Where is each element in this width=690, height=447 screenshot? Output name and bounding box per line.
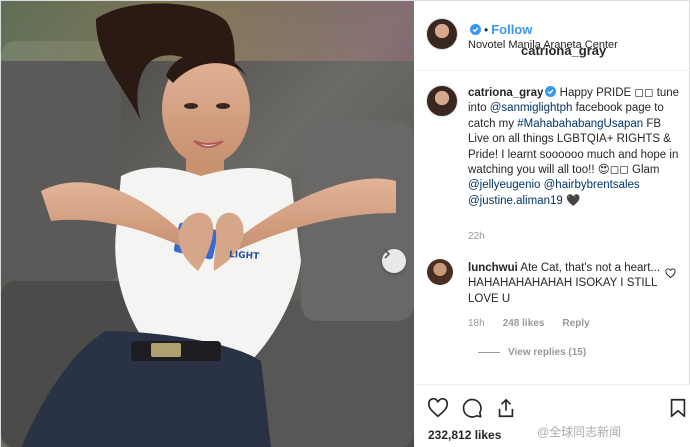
- likes-count[interactable]: 232,812 likes: [428, 428, 501, 442]
- caption-emoji: 🖤: [562, 194, 581, 207]
- chevron-right-icon: [384, 249, 391, 259]
- post-header: catriona_gray • Follow Novotel Manila Aran…: [415, 1, 690, 71]
- caption-mention[interactable]: @jellyeugenio: [468, 179, 540, 191]
- author-avatar[interactable]: [426, 18, 458, 50]
- caption-avatar[interactable]: [426, 85, 458, 117]
- comment-timestamp[interactable]: 18h: [468, 318, 485, 329]
- watermark: @全球同志新闻: [537, 425, 622, 439]
- comments-list[interactable]: catriona_gray Happy PRIDE ◻◻ tune into @…: [415, 71, 690, 373]
- carousel-next-button[interactable]: [382, 249, 406, 273]
- caption-username[interactable]: catriona_gray: [468, 87, 543, 99]
- comment-like-heart-icon[interactable]: [665, 268, 676, 279]
- post-actions: 232,812 likes @全球同志新闻: [415, 384, 690, 447]
- follow-button[interactable]: Follow: [491, 22, 532, 37]
- verified-badge-icon: [545, 86, 557, 97]
- share-upload-icon[interactable]: [495, 397, 517, 419]
- bookmark-icon[interactable]: [667, 397, 689, 419]
- comment-reply-button[interactable]: Reply: [562, 318, 589, 329]
- post-photo-illustration: [1, 1, 414, 447]
- shirt-print-text: LIGHT: [228, 249, 260, 263]
- post-side-panel: catriona_gray • Follow Novotel Manila Aran…: [415, 1, 690, 447]
- caption-timestamp[interactable]: 22h: [468, 231, 485, 242]
- comment-bubble-icon[interactable]: [461, 397, 483, 419]
- comment-avatar[interactable]: [427, 259, 453, 285]
- comment-meta: 18h 248 likes Reply: [468, 318, 608, 329]
- caption-mention[interactable]: @sanmiglightph: [490, 102, 573, 114]
- caption-mention[interactable]: @justine.aliman19: [468, 195, 563, 207]
- post-location[interactable]: Novotel Manila Araneta Center: [468, 39, 618, 51]
- comment-text: lunchwui Ate Cat, that's not a heart... …: [468, 261, 663, 307]
- like-heart-icon[interactable]: [427, 397, 449, 419]
- post-photo[interactable]: LIGHT: [1, 1, 414, 447]
- caption-mention[interactable]: @hairbybrentsales: [544, 179, 640, 191]
- comment-likes[interactable]: 248 likes: [503, 318, 545, 329]
- instagram-post: LIGHT catriona_gray • Follow Novotel Manil…: [0, 0, 690, 447]
- caption-hashtag[interactable]: #MahabahabangUsapan: [517, 118, 643, 130]
- header-line: catriona_gray • Follow: [468, 22, 606, 58]
- view-replies-button[interactable]: View replies (15): [478, 347, 586, 358]
- verified-badge-icon: [470, 24, 481, 35]
- header-separator: •: [484, 23, 489, 37]
- post-caption: catriona_gray Happy PRIDE ◻◻ tune into @…: [468, 86, 680, 209]
- comment-username[interactable]: lunchwui: [468, 262, 518, 274]
